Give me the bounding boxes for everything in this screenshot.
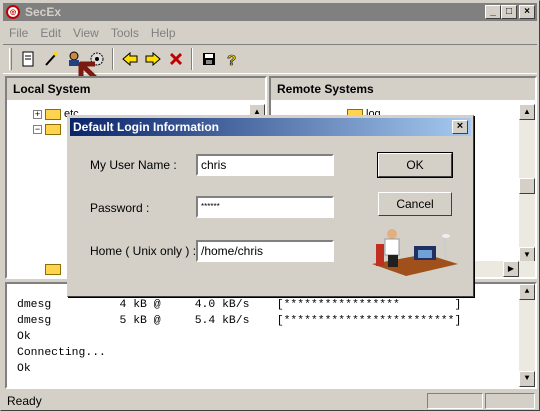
app-icon: ◎ <box>6 5 20 19</box>
console-line: Ok <box>17 363 31 375</box>
login-dialog: Default Login Information × My User Name… <box>67 115 474 297</box>
username-field[interactable]: chris <box>196 154 334 176</box>
tree-item-folder[interactable] <box>45 264 61 275</box>
home-dir-field[interactable]: /home/chris <box>196 240 334 262</box>
back-arrow-icon[interactable] <box>118 48 141 70</box>
scroll-up-button[interactable]: ▲ <box>519 284 535 300</box>
maximize-button[interactable]: □ <box>501 5 517 19</box>
status-panel <box>427 392 483 409</box>
tree-expander[interactable]: + <box>33 109 42 119</box>
folder-icon <box>45 108 61 120</box>
console-vertical-scrollbar[interactable]: ▲ ▼ <box>519 284 535 387</box>
console-line: dmesg 5 kB @ 5.4 kB/s [*****************… <box>17 315 462 327</box>
person-at-computer-icon <box>372 229 458 276</box>
status-text: Ready <box>7 393 42 408</box>
tree-expander[interactable]: − <box>33 125 42 134</box>
delete-x-icon[interactable] <box>164 48 187 70</box>
local-system-header: Local System <box>7 78 265 100</box>
home-dir-label: Home ( Unix only ) : <box>90 244 197 258</box>
tree-item-open[interactable]: − <box>33 124 61 135</box>
scroll-right-button[interactable]: ▶ <box>503 261 519 277</box>
password-label: Password : <box>90 201 150 215</box>
username-label: My User Name : <box>90 158 177 172</box>
secex-main-window: ◎ SecEx _ □ × File Edit View Tools Help <box>0 0 540 411</box>
menu-view[interactable]: View <box>67 26 105 40</box>
save-disk-icon[interactable] <box>197 48 220 70</box>
ok-button[interactable]: OK <box>377 152 453 178</box>
folder-icon <box>45 124 61 135</box>
scroll-up-button[interactable]: ▲ <box>519 104 535 120</box>
console-line: Ok <box>17 331 31 343</box>
wand-icon[interactable] <box>39 48 62 70</box>
dialog-title: Default Login Information <box>73 120 219 134</box>
password-field[interactable]: ****** <box>196 196 334 218</box>
menubar: File Edit View Tools Help <box>3 23 182 42</box>
dialog-close-button[interactable]: × <box>452 120 468 134</box>
remote-systems-header: Remote Systems <box>271 78 535 100</box>
document-icon[interactable] <box>16 48 39 70</box>
help-question-icon[interactable]: ? <box>220 48 243 70</box>
minimize-button[interactable]: _ <box>485 5 501 19</box>
right-horizontal-scrollbar[interactable]: ▶ <box>467 261 535 277</box>
console-line: Connecting... <box>17 347 106 359</box>
toolbar-separator <box>112 48 114 70</box>
svg-text:?: ? <box>227 52 236 67</box>
menu-tools[interactable]: Tools <box>105 26 145 40</box>
menu-help[interactable]: Help <box>145 26 182 40</box>
right-vertical-scrollbar[interactable]: ▲ ▼ <box>519 104 535 263</box>
scroll-thumb[interactable] <box>519 178 535 194</box>
console-output[interactable]: dmesg 4 kB @ 4.0 kB/s [*****************… <box>5 282 537 389</box>
window-title: SecEx <box>25 5 62 19</box>
status-bar: Ready <box>3 391 537 410</box>
console-line: dmesg 4 kB @ 4.0 kB/s [*****************… <box>17 299 462 311</box>
window-titlebar[interactable]: ◎ SecEx _ □ × <box>3 3 537 21</box>
toolbar-separator <box>191 48 193 70</box>
menu-file[interactable]: File <box>3 26 34 40</box>
status-panel <box>485 392 535 409</box>
menu-edit[interactable]: Edit <box>34 26 67 40</box>
forward-arrow-icon[interactable] <box>141 48 164 70</box>
dialog-titlebar[interactable]: Default Login Information × <box>70 118 471 136</box>
folder-icon <box>45 264 61 275</box>
close-button[interactable]: × <box>519 5 535 19</box>
scroll-down-button[interactable]: ▼ <box>519 371 535 387</box>
cancel-button[interactable]: Cancel <box>378 192 452 216</box>
toolbar-grip <box>9 48 12 70</box>
